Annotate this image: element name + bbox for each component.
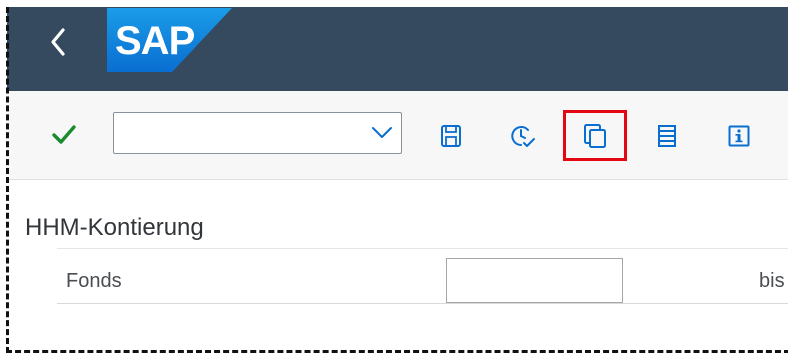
- command-input[interactable]: [114, 113, 370, 153]
- fonds-from-input[interactable]: [446, 258, 623, 303]
- chevron-left-icon: [51, 28, 65, 56]
- chevron-down-icon: [372, 127, 392, 138]
- list-icon: [658, 125, 676, 147]
- command-field[interactable]: [113, 112, 402, 154]
- svg-text:SAP: SAP: [115, 19, 195, 63]
- to-label: bis: [759, 270, 785, 292]
- list-button[interactable]: [650, 119, 684, 153]
- clock-check-icon: [511, 126, 535, 147]
- history-button[interactable]: [506, 119, 540, 153]
- fonds-row: [57, 248, 788, 304]
- save-icon: [441, 125, 461, 147]
- section-title: HHM-Kontierung: [25, 214, 204, 241]
- copy-button-highlight: [563, 110, 627, 161]
- enter-button[interactable]: [48, 119, 80, 151]
- sap-logo: SAP: [107, 8, 232, 72]
- back-button[interactable]: [38, 22, 78, 62]
- info-icon: [728, 125, 750, 147]
- command-dropdown-button[interactable]: [369, 121, 395, 145]
- fonds-label: Fonds: [66, 270, 122, 292]
- info-button[interactable]: [722, 119, 756, 153]
- checkmark-icon: [52, 125, 76, 144]
- save-button[interactable]: [434, 119, 468, 153]
